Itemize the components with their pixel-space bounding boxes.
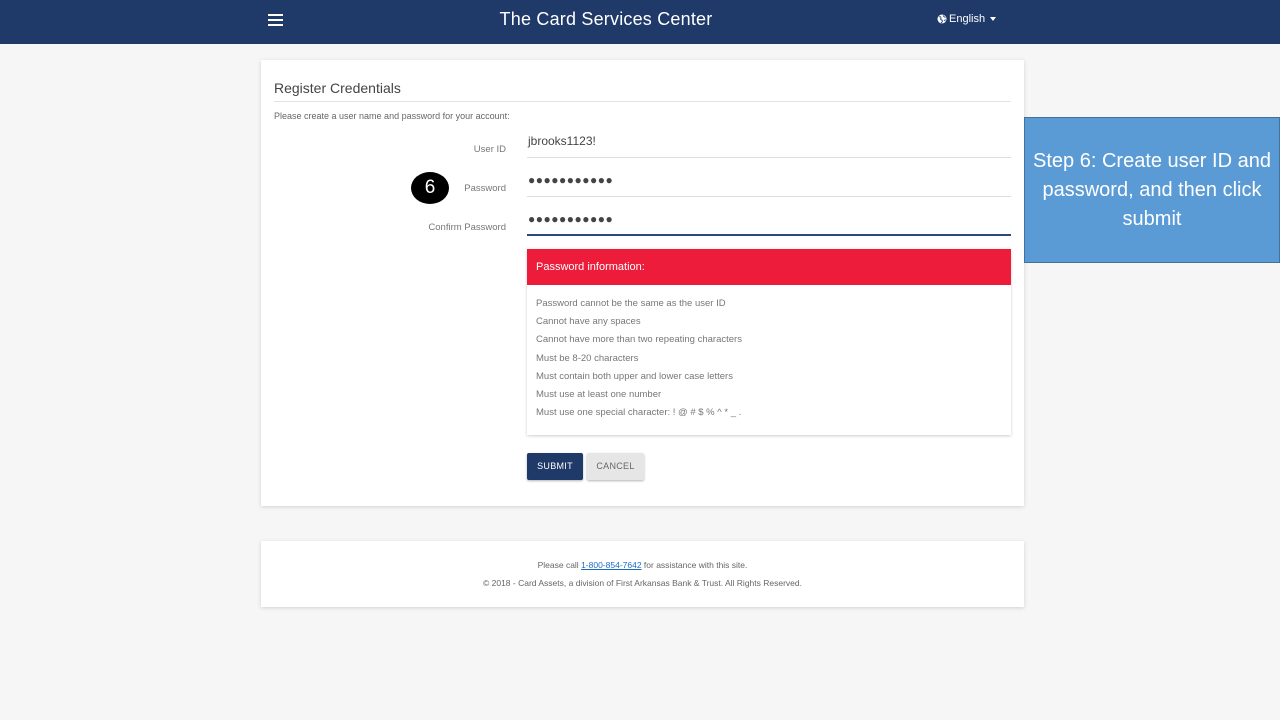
card-subtitle: Please create a user name and password f…	[274, 111, 510, 121]
password-value: ●●●●●●●●●●●	[528, 173, 614, 187]
assistance-prefix: Please call	[537, 560, 582, 570]
site-title: The Card Services Center	[499, 9, 713, 29]
copyright-text: © 2018 - Card Assets, a division of Firs…	[482, 578, 802, 588]
password-rule: Must use at least one number	[536, 388, 662, 400]
language-dropdown[interactable]: English	[937, 13, 997, 25]
footer-card: Please call 1-800-854-7642 for assistanc…	[261, 541, 1024, 607]
register-credentials-card: Register Credentials Please create a use…	[261, 60, 1024, 506]
password-rule: Cannot have more than two repeating char…	[536, 334, 742, 346]
cancel-button[interactable]: CANCEL	[587, 453, 644, 480]
password-rule: Password cannot be the same as the user …	[536, 298, 726, 309]
assistance-text: Please call 1-800-854-7642 for assistanc…	[261, 560, 1024, 570]
instruction-callout: Step 6: Create user ID and password, and…	[1024, 117, 1280, 263]
password-input[interactable]: ●●●●●●●●●●●	[527, 173, 1011, 197]
top-navbar: The Card Services Center English	[0, 0, 1280, 44]
chevron-down-icon	[990, 17, 997, 21]
assistance-suffix: for assistance with this site.	[641, 560, 748, 570]
password-info-heading: Password information:	[527, 249, 1011, 285]
submit-button[interactable]: SUBMIT	[527, 453, 583, 480]
globe-icon	[937, 14, 947, 24]
user-id-label: User ID	[473, 144, 506, 155]
password-label: Password	[464, 183, 506, 194]
password-info-panel: Password information: Password cannot be…	[527, 249, 1011, 435]
password-rule: Must be 8-20 characters	[536, 352, 639, 364]
password-rule: Must use one special character: ! @ # $ …	[536, 407, 742, 419]
user-id-input[interactable]: jbrooks1123!	[527, 134, 1011, 158]
confirm-password-input[interactable]: ●●●●●●●●●●●	[527, 212, 1011, 236]
user-id-value: jbrooks1123!	[528, 134, 596, 148]
password-rule: Must contain both upper and lower case l…	[536, 370, 733, 382]
divider	[274, 101, 1011, 102]
password-rule: Cannot have any spaces	[536, 316, 641, 328]
language-label: English	[949, 13, 986, 25]
confirm-password-value: ●●●●●●●●●●●	[528, 212, 614, 226]
phone-link[interactable]: 1-800-854-7642	[581, 560, 642, 570]
confirm-password-label: Confirm Password	[428, 222, 506, 233]
password-rules-list: Password cannot be the same as the user …	[527, 285, 1011, 425]
card-title: Register Credentials	[274, 80, 401, 96]
